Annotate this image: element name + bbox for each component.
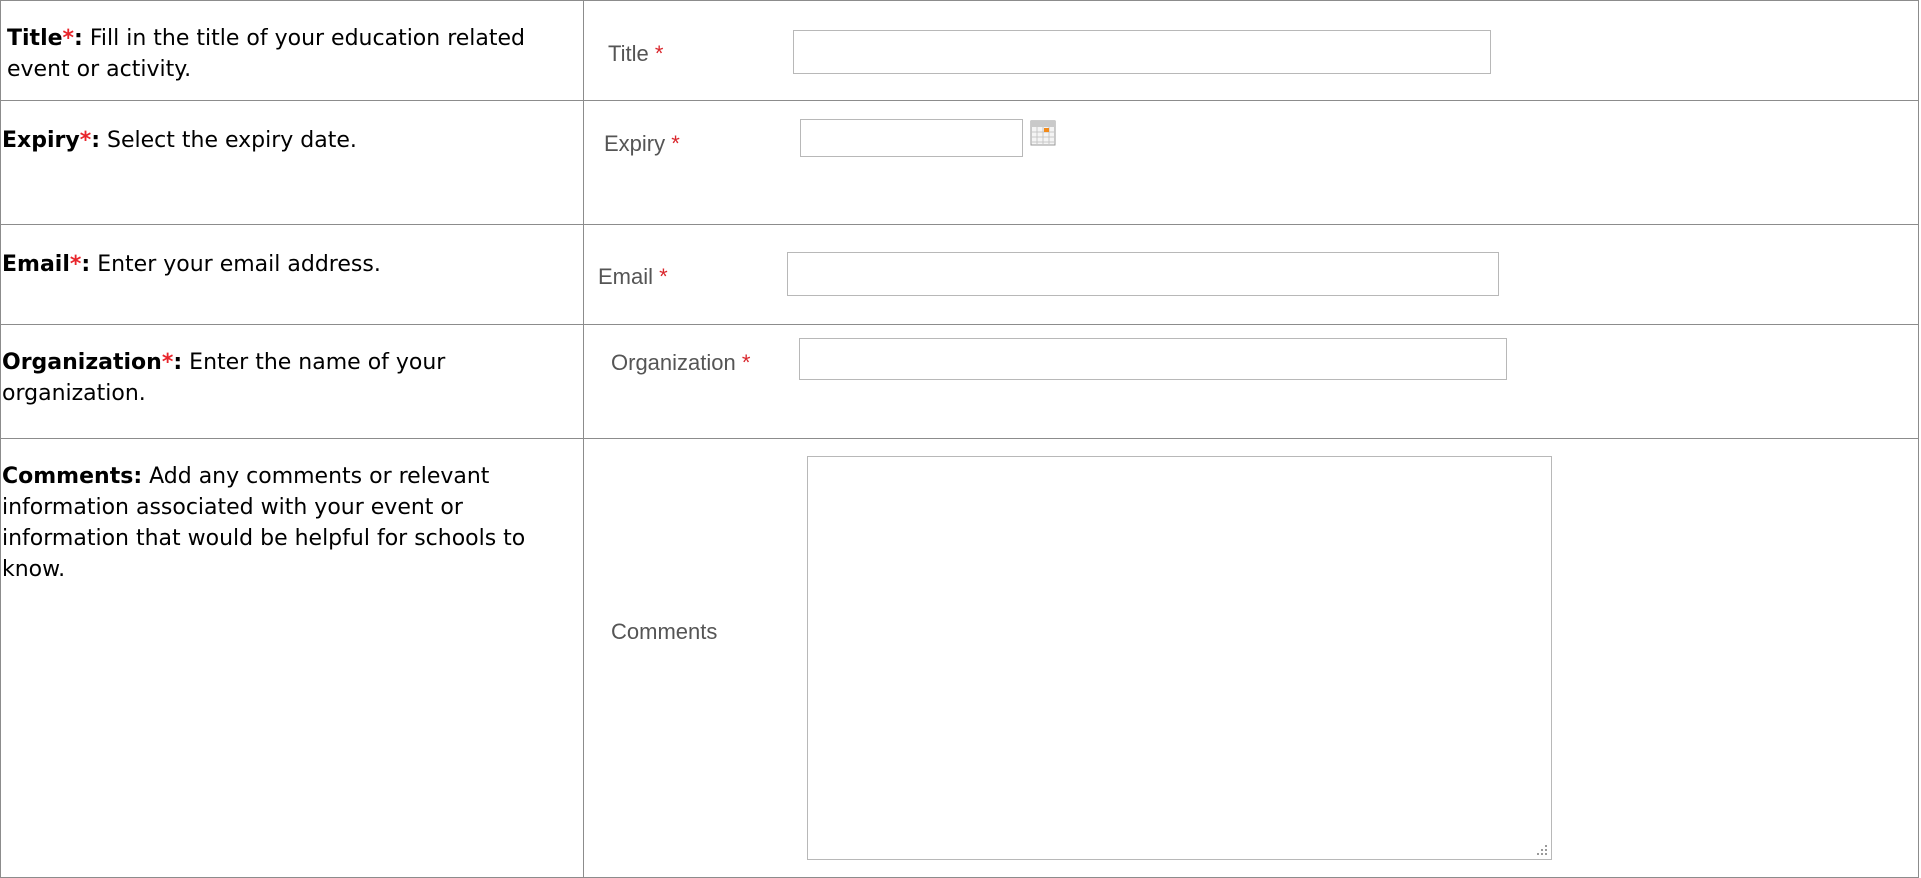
title-field-label: Title * — [608, 41, 663, 67]
term-colon: : — [81, 252, 91, 278]
term-label: Title — [7, 26, 63, 51]
required-asterisk: * — [62, 26, 75, 51]
help-row-title: Title*: Fill in the title of your educat… — [0, 0, 1919, 102]
expiry-field-label-text: Expiry — [604, 131, 666, 157]
description-text: Title*: Fill in the title of your educat… — [7, 23, 567, 85]
description-cell: Organization*: Enter the name of your or… — [0, 324, 584, 440]
term-label: Email — [2, 252, 70, 278]
help-row-email: Email*: Enter your email address. Email … — [0, 224, 1919, 326]
required-asterisk: * — [161, 350, 174, 376]
email-input[interactable] — [787, 252, 1499, 297]
description-text: Expiry*: Select the expiry date. — [2, 125, 562, 156]
required-asterisk: * — [671, 131, 680, 157]
form-preview-cell: Expiry * — [583, 100, 1919, 226]
help-row-comments: Comments: Add any comments or relevant i… — [0, 438, 1919, 878]
term-colon: : — [74, 26, 83, 51]
description-cell: Comments: Add any comments or relevant i… — [0, 438, 584, 878]
form-preview-cell: Comments — [583, 438, 1919, 878]
term-label: Comments — [2, 464, 134, 490]
help-row-expiry: Expiry*: Select the expiry date. Expiry … — [0, 100, 1919, 226]
organization-field-label-text: Organization — [611, 350, 736, 376]
comments-field-label: Comments — [611, 619, 717, 645]
description-cell: Email*: Enter your email address. — [0, 224, 584, 326]
title-field-label-text: Title — [608, 41, 649, 66]
description-body: Select the expiry date. — [100, 128, 357, 154]
email-field-label-text: Email — [598, 264, 654, 290]
expiry-field-label: Expiry * — [604, 131, 680, 157]
organization-input[interactable] — [799, 338, 1507, 381]
required-asterisk: * — [659, 264, 668, 290]
help-table: Title*: Fill in the title of your educat… — [0, 0, 1919, 878]
required-asterisk: * — [69, 252, 82, 278]
description-cell: Expiry*: Select the expiry date. — [0, 100, 584, 226]
form-preview-cell: Title * — [583, 0, 1919, 102]
email-field-label: Email * — [598, 264, 668, 290]
resize-grip-icon[interactable] — [1534, 842, 1548, 856]
description-text: Comments: Add any comments or relevant i… — [2, 461, 562, 585]
form-preview-cell: Organization * — [583, 324, 1919, 440]
description-body: Fill in the title of your education rela… — [7, 26, 526, 82]
description-body: Enter your email address. — [90, 252, 381, 278]
required-asterisk: * — [79, 128, 92, 154]
comments-textarea[interactable] — [807, 456, 1552, 861]
description-text: Organization*: Enter the name of your or… — [2, 347, 562, 409]
help-row-organization: Organization*: Enter the name of your or… — [0, 324, 1919, 440]
comments-field-label-text: Comments — [611, 619, 718, 645]
required-asterisk: * — [654, 41, 664, 66]
title-input[interactable] — [793, 30, 1491, 74]
expiry-date-input[interactable] — [800, 119, 1023, 158]
term-colon: : — [173, 350, 183, 376]
form-preview-cell: Email * — [583, 224, 1919, 326]
term-label: Organization — [2, 350, 162, 376]
term-label: Expiry — [2, 128, 80, 154]
term-colon: : — [91, 128, 101, 154]
calendar-icon[interactable] — [1029, 119, 1057, 147]
organization-field-label: Organization * — [611, 350, 750, 376]
term-colon: : — [133, 464, 143, 490]
required-asterisk: * — [741, 350, 751, 376]
description-text: Email*: Enter your email address. — [2, 249, 562, 280]
description-cell: Title*: Fill in the title of your educat… — [0, 0, 584, 102]
